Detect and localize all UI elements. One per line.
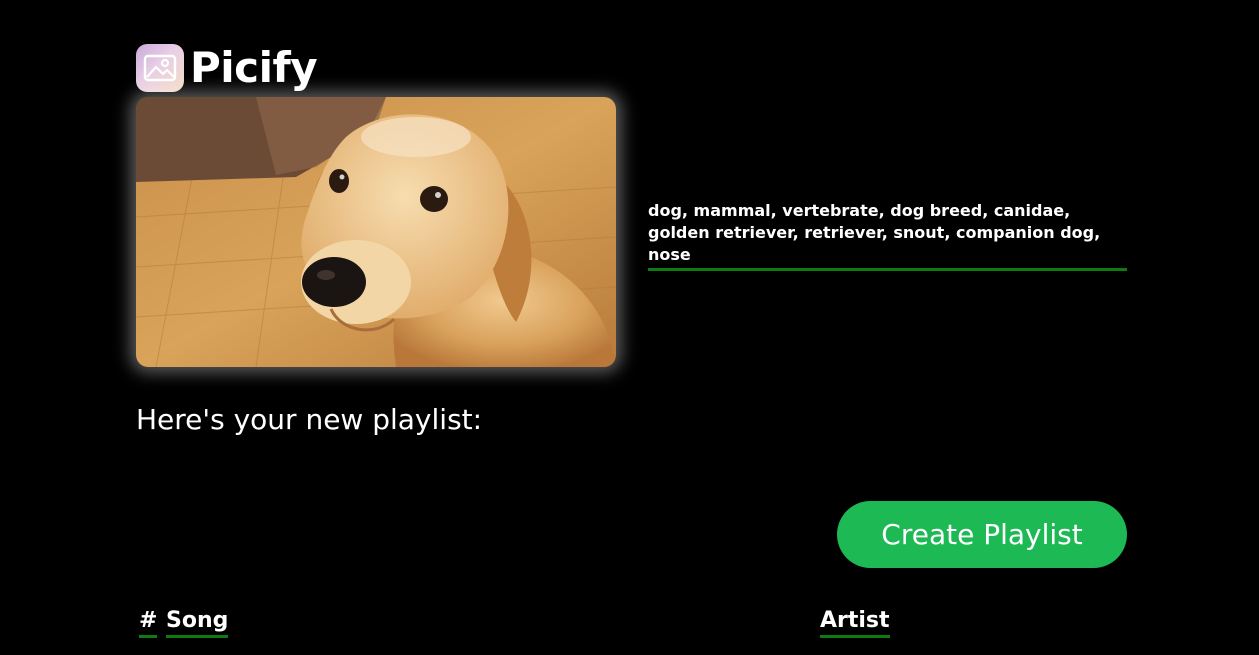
app-title: Picify	[190, 43, 318, 92]
page: Picify dog, mammal, vertebrate, dog bree…	[0, 0, 1259, 655]
uploaded-photo	[136, 97, 616, 367]
playlist-heading: Here's your new playlist:	[136, 403, 483, 436]
app-header: Picify	[136, 43, 318, 92]
column-header-number: #	[139, 608, 158, 638]
column-header-artist: Artist	[820, 608, 890, 638]
create-playlist-button[interactable]: Create Playlist	[837, 501, 1127, 568]
image-icon	[136, 44, 184, 92]
image-tags: dog, mammal, vertebrate, dog breed, cani…	[648, 200, 1127, 271]
column-header-song: Song	[166, 608, 229, 638]
